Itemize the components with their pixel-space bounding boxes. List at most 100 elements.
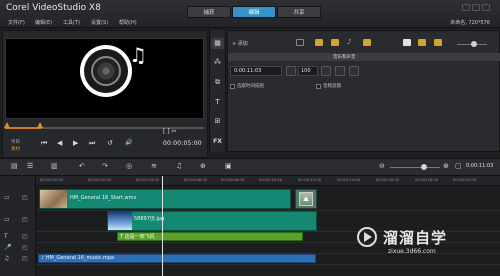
workspace-tabs: 捕获 编辑 共享 xyxy=(187,6,322,18)
title-track-toggle-icon[interactable]: ◰ xyxy=(22,233,28,240)
thumb-view-icon[interactable] xyxy=(418,39,426,46)
ruler-label: 00:00:20:00 xyxy=(453,177,477,182)
tab-capture[interactable]: 捕获 xyxy=(187,6,231,18)
timeline-view-icon[interactable]: ☰ xyxy=(27,162,33,170)
mode-project[interactable]: 项目 xyxy=(11,139,20,145)
timeline-timecode[interactable]: 0:00:11:03 xyxy=(466,163,493,169)
overlay-clip-label: 58897仿.jpg xyxy=(134,216,165,222)
ruler-label: 00:00:00:00 xyxy=(40,177,64,182)
track-divider xyxy=(36,264,500,265)
ruler-label: 00:00:08:00 xyxy=(221,177,245,182)
playhead[interactable] xyxy=(162,176,163,276)
overlay-track-icon[interactable]: ▭ xyxy=(4,216,10,223)
audio-filter-checkbox[interactable] xyxy=(316,84,321,89)
volume-field[interactable]: 100 xyxy=(298,66,318,76)
ruler-label: 00:00:16:00 xyxy=(376,177,400,182)
details-view-icon[interactable] xyxy=(434,39,442,46)
timeline-zoom-slider[interactable] xyxy=(390,167,440,168)
audio-filter-icon[interactable]: ♪ xyxy=(347,39,355,46)
help-icon[interactable] xyxy=(462,4,470,11)
zoom-in-icon[interactable]: ⊕ xyxy=(443,162,449,170)
overlay-clip-thumbnail xyxy=(108,212,132,230)
media-icon[interactable]: ▦ xyxy=(211,38,224,49)
fade-out-icon[interactable] xyxy=(349,66,359,76)
end-icon[interactable]: ⏭ xyxy=(89,139,95,148)
auto-music-icon[interactable]: ♫ xyxy=(176,162,182,170)
menu-file[interactable]: 文件(F) xyxy=(8,19,25,26)
video-filter-icon[interactable] xyxy=(315,39,323,46)
ruler-label: 00:00:14:00 xyxy=(337,177,361,182)
home-icon[interactable]: ⏮ xyxy=(41,139,47,148)
music-track-toggle-icon[interactable]: ◰ xyxy=(22,255,28,262)
minimize-icon[interactable] xyxy=(472,4,480,11)
add-button[interactable]: + 添加 xyxy=(232,40,248,47)
transition-effect-icon: ⛰ xyxy=(299,192,313,206)
video-clip-label: HM_General 16_Start.wmv xyxy=(70,195,137,201)
instant-project-icon[interactable]: ⁂ xyxy=(211,57,224,68)
repeat-icon[interactable]: ↺ xyxy=(107,139,113,147)
audio-filter-label: 音频滤镜 xyxy=(323,84,341,89)
photo-filter-icon[interactable] xyxy=(331,39,339,46)
menu-edit[interactable]: 编辑(E) xyxy=(35,19,52,26)
music-clip-label: ♪ HM_General 16_music.mpa xyxy=(41,255,114,261)
overlay-track-toggle-icon[interactable]: ◰ xyxy=(22,216,28,223)
ruler-label: 00:00:04:00 xyxy=(136,177,160,182)
folder-icon[interactable] xyxy=(296,39,304,46)
motion-tracking-icon[interactable]: ⊕ xyxy=(200,162,206,170)
group-time-label: 选取时间成组 xyxy=(237,84,264,89)
app-title: Corel VideoStudio X8 xyxy=(6,3,101,13)
fit-project-icon[interactable]: ▢ xyxy=(455,162,462,170)
menu-tools[interactable]: 工具(T) xyxy=(63,19,80,26)
fade-in-icon[interactable] xyxy=(335,66,345,76)
library-zoom-knob[interactable] xyxy=(471,41,477,47)
mark-in-out[interactable]: [ ] ✂ xyxy=(163,128,177,135)
subtitle-editor-icon[interactable]: ▣ xyxy=(225,162,232,170)
ruler-label: 00:00:10:00 xyxy=(259,177,283,182)
tab-share[interactable]: 共享 xyxy=(277,6,321,18)
sort-icon[interactable] xyxy=(363,39,371,46)
tab-edit[interactable]: 编辑 xyxy=(232,6,276,18)
graphic-icon[interactable]: ⊞ xyxy=(211,116,224,127)
group-time-checkbox[interactable] xyxy=(230,84,235,89)
watermark-url: zixue.3d66.com xyxy=(388,248,436,255)
trim-end-marker[interactable] xyxy=(37,122,43,128)
volume-dropdown-icon[interactable] xyxy=(321,66,331,76)
play-icon[interactable]: ▶ xyxy=(73,139,78,147)
video-track-toggle-icon[interactable]: ◰ xyxy=(22,194,28,201)
duration-field[interactable]: 0:00:11:03 xyxy=(230,66,282,76)
ruler-label: 00:00:02:00 xyxy=(88,177,112,182)
title-icon[interactable]: T xyxy=(211,97,224,108)
sound-mixer-icon[interactable]: ≋ xyxy=(151,162,157,170)
transition-icon[interactable]: ⧉ xyxy=(211,77,224,88)
menu-settings[interactable]: 设置(S) xyxy=(91,19,108,26)
undo-icon[interactable]: ↶ xyxy=(79,162,85,170)
prev-frame-icon[interactable]: ◀ xyxy=(57,139,62,147)
music-track-icon[interactable]: ♫ xyxy=(4,255,9,262)
voice-track-icon[interactable]: 🎤 xyxy=(4,244,11,251)
storyboard-view-icon[interactable]: ▤ xyxy=(11,162,18,170)
filter-icon[interactable]: FX xyxy=(211,136,224,147)
options-panel xyxy=(227,30,500,152)
watermark-title: 溜溜自学 xyxy=(383,229,448,247)
volume-icon[interactable]: 🔊 xyxy=(125,139,132,146)
trim-start-marker[interactable] xyxy=(4,122,10,128)
close-icon[interactable] xyxy=(482,4,490,11)
scrubber-progress xyxy=(5,127,41,129)
clip-volume-icon[interactable] xyxy=(286,66,296,76)
record-capture-icon[interactable]: ◎ xyxy=(126,162,132,170)
list-view-icon[interactable] xyxy=(403,39,411,46)
preview-timecode[interactable]: 00:00:05:00 xyxy=(163,140,202,147)
menu-help[interactable]: 帮助(H) xyxy=(119,19,137,26)
options-header-text: 音乐和声音 xyxy=(333,55,356,60)
options-header xyxy=(228,53,500,61)
track-manager-icon[interactable]: ▥ xyxy=(51,162,58,170)
title-track-icon[interactable]: T xyxy=(4,233,8,240)
add-label: 添加 xyxy=(237,41,248,47)
timeline-zoom-knob[interactable] xyxy=(421,164,427,170)
project-info: 未命名, 720*576 xyxy=(450,20,490,26)
redo-icon[interactable]: ↷ xyxy=(102,162,108,170)
mode-clip[interactable]: 素材 xyxy=(11,146,20,152)
video-track-icon[interactable]: ▭ xyxy=(4,194,10,201)
voice-track-toggle-icon[interactable]: ◰ xyxy=(22,244,28,251)
zoom-out-icon[interactable]: ⊖ xyxy=(379,162,385,170)
